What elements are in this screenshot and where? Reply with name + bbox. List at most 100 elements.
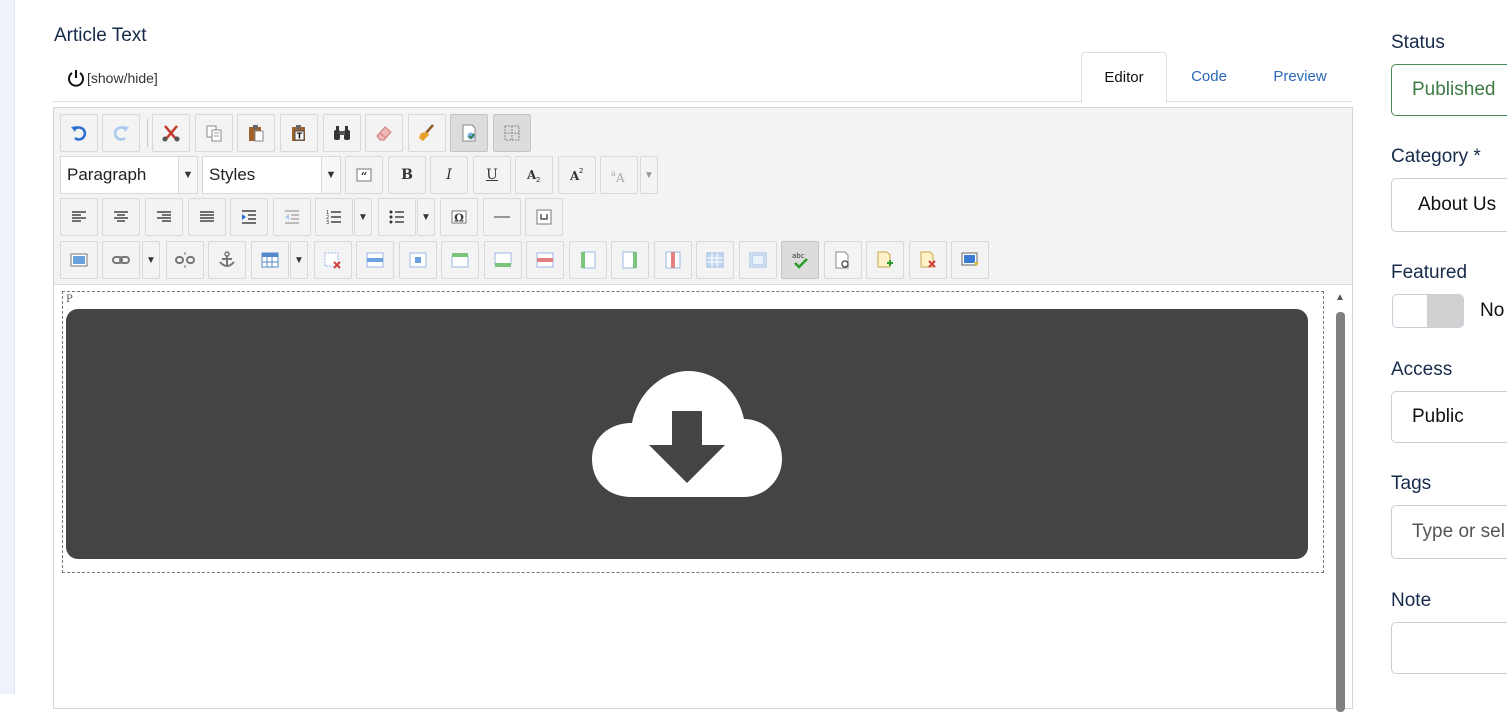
split-cells-icon bbox=[706, 252, 724, 268]
broom-icon bbox=[419, 124, 434, 141]
align-right-icon bbox=[157, 211, 171, 222]
table-cell-props-button[interactable] bbox=[399, 241, 437, 279]
unlink-button[interactable] bbox=[166, 241, 204, 279]
tab-preview[interactable]: Preview bbox=[1256, 52, 1344, 101]
insert-image-button[interactable] bbox=[60, 241, 98, 279]
chevron-down-icon: ▼ bbox=[321, 157, 340, 193]
horizontal-rule-button[interactable] bbox=[483, 198, 521, 236]
clear-formatting-button[interactable] bbox=[365, 114, 403, 152]
editor-content-area[interactable]: P bbox=[62, 291, 1324, 573]
tab-editor[interactable]: Editor bbox=[1081, 52, 1167, 103]
svg-text:A: A bbox=[615, 171, 625, 185]
delete-table-button[interactable] bbox=[314, 241, 352, 279]
column-after-icon bbox=[622, 251, 637, 269]
bullet-list-dropdown[interactable]: ▼ bbox=[417, 198, 435, 236]
table-row-props-button[interactable] bbox=[356, 241, 394, 279]
paste-text-icon: T bbox=[292, 125, 305, 141]
format-select-value: Paragraph bbox=[67, 165, 147, 184]
bold-button[interactable]: B bbox=[388, 156, 426, 194]
insert-row-before-button[interactable] bbox=[441, 241, 479, 279]
note-input[interactable] bbox=[1391, 622, 1507, 674]
insert-column-before-button[interactable] bbox=[569, 241, 607, 279]
italic-icon: I bbox=[446, 167, 452, 183]
numbered-list-icon: 123 bbox=[326, 210, 341, 226]
table-dropdown[interactable]: ▼ bbox=[290, 241, 308, 279]
superscript-button[interactable]: A2 bbox=[558, 156, 596, 194]
file-add-icon bbox=[877, 251, 893, 268]
insert-table-button[interactable] bbox=[251, 241, 289, 279]
tab-code[interactable]: Code bbox=[1170, 52, 1248, 101]
delete-row-button[interactable] bbox=[526, 241, 564, 279]
cut-button[interactable] bbox=[152, 114, 190, 152]
svg-text:“: “ bbox=[361, 170, 367, 183]
access-value: Public bbox=[1412, 406, 1464, 427]
split-cells-button[interactable] bbox=[696, 241, 734, 279]
svg-text:2: 2 bbox=[579, 167, 583, 175]
subscript-button[interactable]: A2 bbox=[515, 156, 553, 194]
paste-button[interactable] bbox=[237, 114, 275, 152]
cleanup-button[interactable] bbox=[408, 114, 446, 152]
editor-toolbar: T Paragraph ▼ Styles ▼ “ B I U A 2 A 2 a… bbox=[54, 108, 1352, 285]
tags-input[interactable]: Type or sel bbox=[1391, 505, 1507, 559]
rich-text-editor: T Paragraph ▼ Styles ▼ “ B I U A 2 A 2 a… bbox=[53, 107, 1353, 712]
page-break-button[interactable] bbox=[525, 198, 563, 236]
column-before-icon bbox=[581, 251, 596, 269]
grid-icon bbox=[504, 125, 520, 141]
link-dropdown[interactable]: ▼ bbox=[142, 241, 160, 279]
remove-file-button[interactable] bbox=[909, 241, 947, 279]
paste-text-button[interactable]: T bbox=[280, 114, 318, 152]
blockquote-button[interactable]: “ bbox=[345, 156, 383, 194]
svg-text:abc: abc bbox=[792, 252, 805, 260]
template-button[interactable] bbox=[824, 241, 862, 279]
status-select[interactable]: Published bbox=[1391, 64, 1507, 116]
table-row-icon bbox=[366, 252, 384, 268]
chevron-down-icon: ▼ bbox=[358, 211, 368, 223]
special-character-button[interactable]: Ω bbox=[440, 198, 478, 236]
copy-button[interactable] bbox=[195, 114, 233, 152]
undo-button[interactable] bbox=[60, 114, 98, 152]
align-right-button[interactable] bbox=[145, 198, 183, 236]
align-center-button[interactable] bbox=[102, 198, 140, 236]
spellcheck-button[interactable]: abc bbox=[781, 241, 819, 279]
visual-aid-button[interactable] bbox=[450, 114, 488, 152]
redo-button[interactable] bbox=[102, 114, 140, 152]
show-hide-toggle[interactable]: [show/hide] bbox=[66, 68, 158, 88]
format-select[interactable]: Paragraph ▼ bbox=[60, 156, 198, 194]
editor-scrollbar[interactable] bbox=[1336, 312, 1345, 712]
insert-row-after-button[interactable] bbox=[484, 241, 522, 279]
align-justify-button[interactable] bbox=[188, 198, 226, 236]
media-manager-button[interactable] bbox=[951, 241, 989, 279]
undo-icon bbox=[71, 126, 87, 141]
access-select[interactable]: Public bbox=[1391, 391, 1507, 443]
show-blocks-button[interactable] bbox=[493, 114, 531, 152]
page-break-icon bbox=[536, 209, 552, 225]
category-select[interactable]: About Us bbox=[1391, 178, 1507, 232]
font-size-button[interactable]: aA bbox=[600, 156, 638, 194]
omega-icon: Ω bbox=[451, 210, 467, 225]
insert-column-after-button[interactable] bbox=[611, 241, 649, 279]
underline-button[interactable]: U bbox=[473, 156, 511, 194]
bullet-list-icon bbox=[389, 210, 404, 224]
delete-column-button[interactable] bbox=[654, 241, 692, 279]
image-icon bbox=[70, 253, 88, 267]
styles-select[interactable]: Styles ▼ bbox=[202, 156, 341, 194]
featured-toggle[interactable] bbox=[1392, 294, 1464, 328]
row-after-icon bbox=[494, 252, 512, 267]
find-button[interactable] bbox=[323, 114, 361, 152]
insert-file-button[interactable] bbox=[866, 241, 904, 279]
italic-button[interactable]: I bbox=[430, 156, 468, 194]
scroll-up-icon[interactable]: ▲ bbox=[1335, 292, 1345, 303]
tags-placeholder: Type or sel bbox=[1412, 521, 1505, 542]
outdent-button[interactable] bbox=[273, 198, 311, 236]
align-left-button[interactable] bbox=[60, 198, 98, 236]
bullet-list-button[interactable] bbox=[378, 198, 416, 236]
numbered-list-button[interactable]: 123 bbox=[315, 198, 353, 236]
spellcheck-icon: abc bbox=[792, 252, 808, 269]
numbered-list-dropdown[interactable]: ▼ bbox=[354, 198, 372, 236]
document-search-icon bbox=[835, 251, 849, 269]
anchor-button[interactable] bbox=[208, 241, 246, 279]
indent-button[interactable] bbox=[230, 198, 268, 236]
insert-link-button[interactable] bbox=[102, 241, 140, 279]
merge-cells-button[interactable] bbox=[739, 241, 777, 279]
font-size-dropdown[interactable]: ▼ bbox=[640, 156, 658, 194]
